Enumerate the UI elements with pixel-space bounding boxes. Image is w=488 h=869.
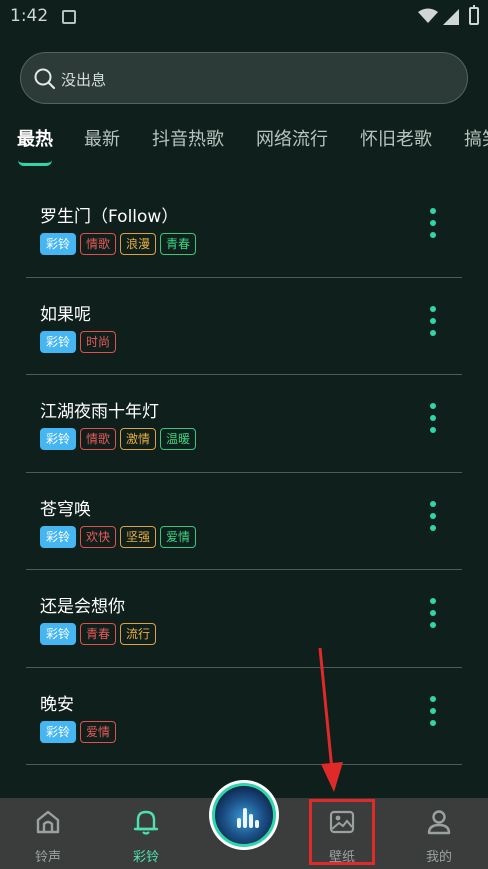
app-root: 1:42 没出息 最热 最新 抖音热歌 网络流行 怀旧老歌 搞笑 罗生门（Fol… xyxy=(0,0,488,869)
annotation-highlight xyxy=(309,799,375,865)
annotation-arrow xyxy=(318,647,343,792)
